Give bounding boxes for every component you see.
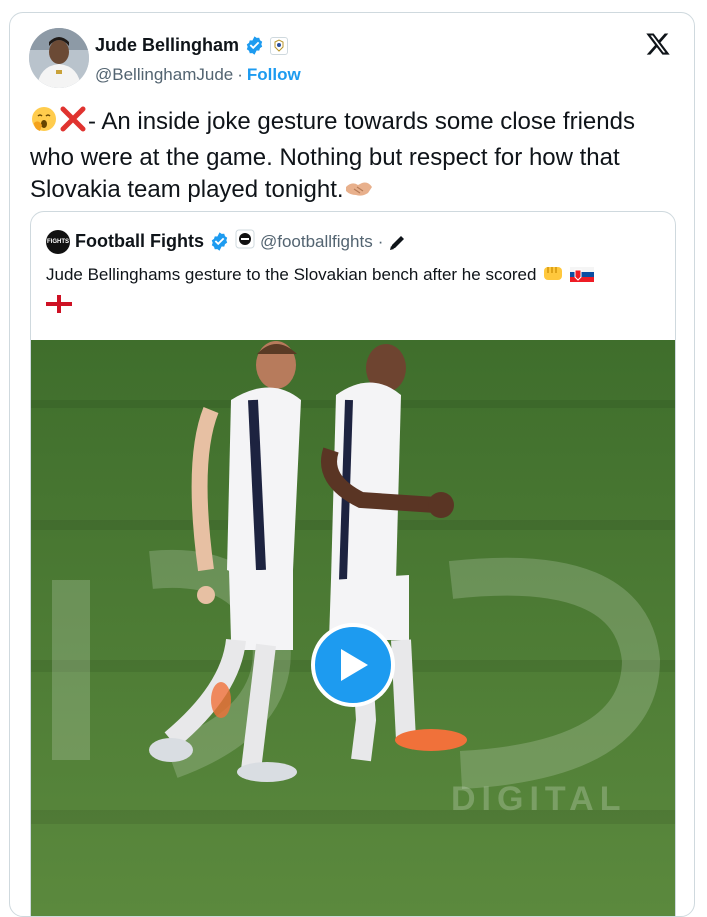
club-crest-icon — [270, 36, 289, 55]
affiliate-badge-icon — [235, 229, 255, 254]
verified-badge-icon — [211, 232, 228, 251]
tweet-body: - An inside joke gesture towards some cl… — [30, 108, 635, 203]
avatar-image — [29, 28, 89, 88]
video-thumbnail[interactable]: DIGITAL — [31, 340, 675, 916]
cross-mark-emoji-icon — [58, 105, 88, 142]
author-avatar[interactable] — [29, 28, 89, 88]
quoted-tweet[interactable]: FIGHTS Football Fights @footballfights · — [30, 211, 676, 916]
tweet-embed-card: Jude Bellingham @BellinghamJude · Follow — [9, 12, 695, 917]
quoted-author-name[interactable]: Football Fights — [75, 231, 204, 252]
separator-dot: · — [377, 231, 384, 251]
verified-badge-icon — [246, 36, 263, 55]
author-name[interactable]: Jude Bellingham — [95, 35, 239, 56]
quoted-author-avatar[interactable]: FIGHTS — [46, 229, 70, 254]
fist-emoji-icon — [541, 262, 565, 291]
author-name-row: Jude Bellingham — [95, 35, 289, 56]
x-logo-icon[interactable] — [644, 31, 672, 57]
quoted-author-handle[interactable]: @footballfights — [260, 232, 373, 252]
quoted-tweet-header: FIGHTS Football Fights @footballfights · — [46, 229, 408, 254]
author-handle[interactable]: @BellinghamJude — [95, 65, 233, 85]
play-button[interactable] — [311, 623, 395, 707]
england-flag-emoji-icon — [46, 295, 72, 320]
yawning-face-emoji-icon — [30, 105, 58, 142]
quoted-tweet-text: Jude Bellinghams gesture to the Slovakia… — [46, 262, 656, 320]
edited-pencil-icon[interactable] — [388, 232, 408, 252]
handshake-emoji-icon — [344, 177, 374, 210]
watermark-text: DIGITAL — [451, 780, 626, 818]
quoted-tweet-body: Jude Bellinghams gesture to the Slovakia… — [46, 265, 537, 284]
author-handle-row: @BellinghamJude · Follow — [95, 65, 301, 85]
tweet-text: - An inside joke gesture towards some cl… — [30, 105, 680, 210]
separator-dot: · — [237, 65, 243, 84]
slovakia-flag-emoji-icon — [569, 266, 594, 291]
follow-button[interactable]: Follow — [247, 65, 301, 85]
play-icon — [341, 649, 368, 681]
